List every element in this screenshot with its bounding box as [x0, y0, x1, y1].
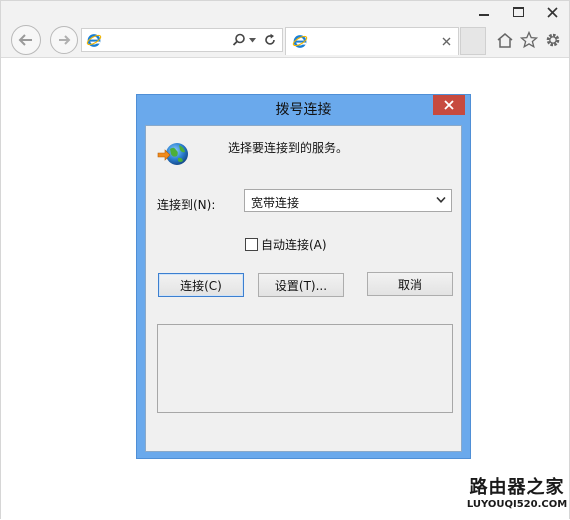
auto-connect-label: 自动连接(A): [261, 238, 327, 252]
refresh-icon[interactable]: [263, 33, 277, 47]
service-description: 选择要连接到的服务。: [228, 141, 349, 155]
dialog-title: 拨号连接: [275, 102, 332, 118]
close-icon: [546, 6, 558, 18]
status-panel: [157, 324, 453, 413]
home-button[interactable]: [495, 30, 515, 50]
watermark-url: LUYOUQI520.COM: [466, 499, 568, 510]
back-button[interactable]: [11, 25, 41, 55]
cancel-button[interactable]: 取消: [367, 272, 453, 296]
address-bar[interactable]: [81, 28, 283, 52]
minimize-button[interactable]: [467, 1, 501, 23]
auto-connect-checkbox[interactable]: [245, 238, 258, 251]
close-icon: [444, 100, 454, 110]
gear-icon: [546, 33, 560, 47]
chevron-down-icon[interactable]: [249, 38, 256, 43]
settings-button[interactable]: 设置(T)...: [258, 273, 344, 297]
minimize-icon: [479, 14, 489, 16]
dialup-dialog: 拨号连接 选择要连接到的服务。 连接到(N): 宽带连接 自动连接(A) 连接(…: [136, 94, 471, 459]
browser-tab[interactable]: [285, 27, 459, 55]
ie-logo-icon: [86, 34, 102, 47]
dialog-titlebar[interactable]: 拨号连接: [137, 95, 470, 121]
forward-arrow-icon: [59, 35, 71, 45]
home-icon: [497, 32, 513, 48]
browser-toolbar: [1, 25, 569, 58]
maximize-button[interactable]: [501, 1, 535, 23]
search-icon[interactable]: [232, 33, 246, 47]
connect-button[interactable]: 连接(C): [158, 273, 244, 297]
forward-button[interactable]: [50, 26, 78, 54]
star-icon: [520, 31, 538, 49]
watermark-title: 路由器之家: [469, 477, 565, 498]
ie-logo-icon: [292, 35, 308, 48]
close-icon[interactable]: [442, 37, 451, 46]
site-watermark-logo: 路由器之家 LUYOUQI520.COM: [466, 478, 568, 516]
connect-to-label: 连接到(N):: [157, 198, 216, 212]
back-arrow-icon: [18, 34, 32, 46]
favorites-button[interactable]: [519, 30, 539, 50]
tools-button[interactable]: [543, 30, 563, 50]
window-close-button[interactable]: [535, 1, 569, 23]
dialog-body: 选择要连接到的服务。 连接到(N): 宽带连接 自动连接(A) 连接(C) 设置…: [145, 125, 462, 452]
auto-connect-option[interactable]: 自动连接(A): [245, 236, 327, 253]
maximize-icon: [512, 7, 524, 17]
connection-select-value: 宽带连接: [251, 196, 300, 210]
chevron-down-icon: [436, 196, 446, 203]
new-tab-button[interactable]: [460, 27, 486, 55]
network-globe-icon: [156, 140, 192, 168]
dialog-close-button[interactable]: [433, 95, 465, 115]
connection-select[interactable]: 宽带连接: [244, 189, 452, 212]
window-titlebar: [1, 1, 569, 25]
